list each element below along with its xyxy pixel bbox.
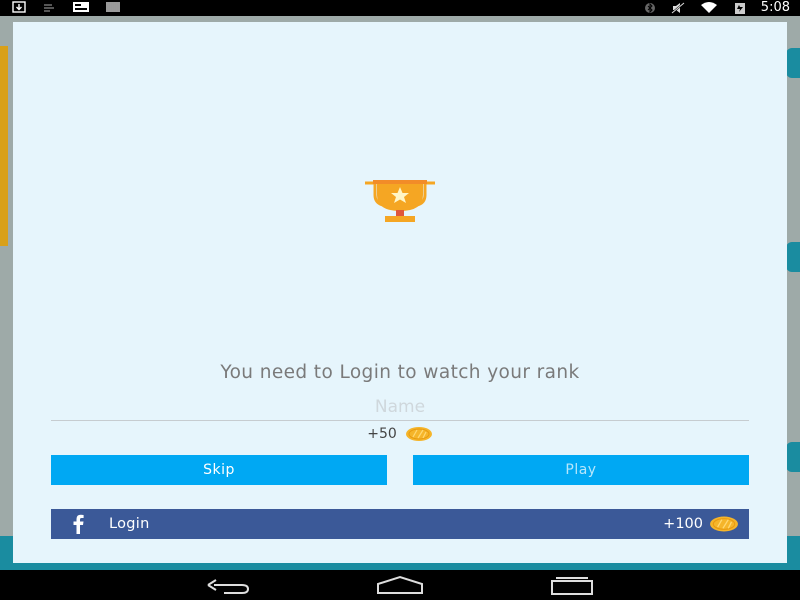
navigation-bar <box>0 570 800 600</box>
login-dialog: You need to Login to watch your rank +50… <box>13 22 787 563</box>
login-prompt-message: You need to Login to watch your rank <box>220 362 580 383</box>
background-tab <box>786 442 800 472</box>
facebook-login-label: Login <box>109 516 150 532</box>
status-bar: 5:08 <box>0 0 800 16</box>
trophy-icon <box>365 180 435 222</box>
facebook-bonus-amount: +100 <box>663 516 703 532</box>
barcode-icon <box>106 2 120 12</box>
battery-icon <box>734 3 745 14</box>
bluetooth-icon <box>644 2 655 14</box>
background-tab <box>786 242 800 272</box>
facebook-icon <box>73 514 84 534</box>
coin-icon <box>405 427 432 441</box>
facebook-bonus: +100 <box>663 515 739 533</box>
home-icon[interactable] <box>376 575 424 595</box>
name-bonus: +50 <box>13 426 787 442</box>
facebook-login-button[interactable]: Login +100 <box>51 509 749 539</box>
notification-card-icon <box>73 2 89 12</box>
back-icon[interactable] <box>204 575 252 595</box>
background-tab <box>786 48 800 78</box>
cast-icon <box>44 4 54 12</box>
skip-button[interactable]: Skip <box>51 455 387 485</box>
coin-icon <box>710 516 738 532</box>
download-icon <box>12 1 26 13</box>
name-input[interactable] <box>51 394 749 421</box>
play-button[interactable]: Play <box>413 455 749 485</box>
name-bonus-amount: +50 <box>367 426 397 442</box>
recents-icon[interactable] <box>548 575 596 595</box>
clock: 5:08 <box>760 0 790 15</box>
wifi-icon <box>700 2 717 13</box>
mute-icon <box>671 2 685 14</box>
background-side-panel <box>0 46 8 246</box>
